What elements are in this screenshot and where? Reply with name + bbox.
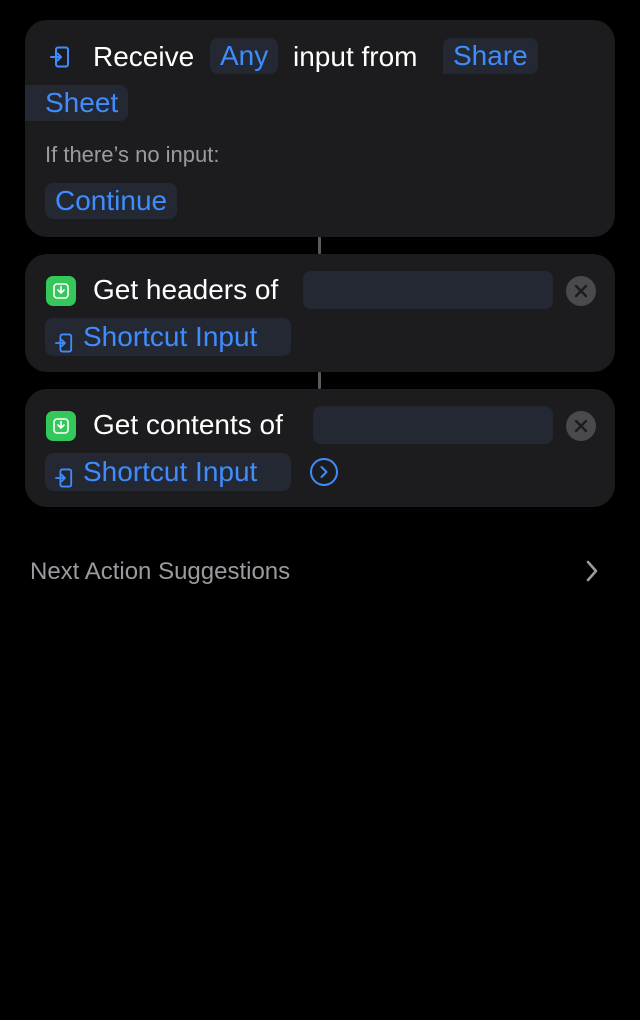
chevron-right-icon [585,559,599,588]
receive-input-action[interactable]: Receive Any input from Share Sheet If th… [25,20,615,237]
shortcut-input-label: Shortcut Input [83,321,258,352]
input-type-token[interactable]: Any [210,38,279,74]
get-contents-title: Get contents of [93,409,283,440]
next-action-suggestions-label: Next Action Suggestions [30,558,291,585]
download-icon [46,411,76,441]
download-icon [46,276,76,306]
get-contents-action[interactable]: Get contents of Shortcut Input [25,389,615,507]
receive-verb: Receive [93,41,195,72]
shortcut-input-icon [55,461,73,497]
receive-middle-text: input from [293,41,418,72]
next-action-suggestions[interactable]: Next Action Suggestions [30,552,605,592]
url-parameter-field[interactable] [313,406,553,444]
no-input-label: If there’s no input: [45,142,220,167]
input-source-token-line2[interactable]: Sheet [25,85,129,121]
shortcut-input-label: Shortcut Input [83,456,258,487]
input-source-token-line1[interactable]: Share [443,38,538,74]
action-connector [318,372,321,389]
shortcut-input-token[interactable]: Shortcut Input [45,453,291,491]
get-headers-title: Get headers of [93,274,279,305]
clear-x-icon[interactable] [566,276,596,306]
clear-x-icon[interactable] [566,411,596,441]
shortcut-input-token[interactable]: Shortcut Input [45,318,291,356]
shortcut-input-icon [55,326,73,362]
shortcut-input-icon [50,46,70,73]
get-headers-action[interactable]: Get headers of Shortcut Input [25,254,615,372]
chevron-circle-icon[interactable] [310,458,338,486]
no-input-behavior-token[interactable]: Continue [45,183,178,219]
action-connector [318,237,321,254]
url-parameter-field[interactable] [303,271,553,309]
